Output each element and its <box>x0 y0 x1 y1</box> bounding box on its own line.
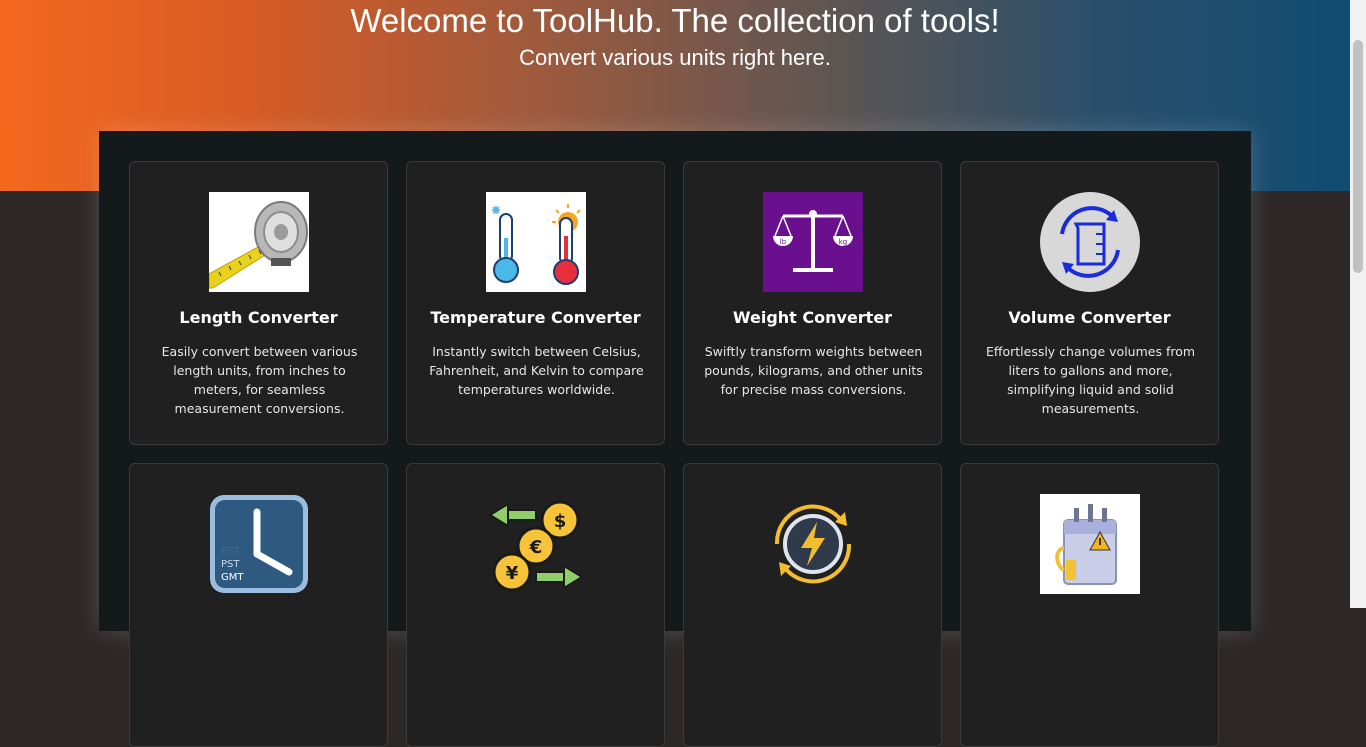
page-subtitle: Convert various units right here. <box>519 45 831 70</box>
clock-label-pst: PST <box>221 559 240 570</box>
scale-icon: lb kg <box>763 192 863 292</box>
tape-measure-icon <box>208 192 309 292</box>
card-title: Length Converter <box>179 308 338 327</box>
thermometer-icon <box>486 192 586 292</box>
currency-exchange-icon: $ € ¥ <box>486 494 586 594</box>
battery-icon <box>1040 494 1140 594</box>
dollar-symbol: $ <box>554 511 567 532</box>
card-length-converter[interactable]: Length Converter Easily convert between … <box>129 161 388 445</box>
card-volume-converter[interactable]: Volume Converter Effortlessly change vol… <box>960 161 1219 445</box>
card-description: Easily convert between various length un… <box>161 344 358 416</box>
card-description: Effortlessly change volumes from liters … <box>985 344 1196 416</box>
tools-panel: Length Converter Easily convert between … <box>99 131 1251 747</box>
clock-label-est: EST <box>221 546 241 557</box>
card-weight-converter[interactable]: lb kg Weight Converter Swiftly transform… <box>683 161 942 445</box>
card-currency-converter[interactable]: $ € ¥ <box>406 463 665 747</box>
scrollbar-thumb[interactable] <box>1353 40 1363 273</box>
card-title: Weight Converter <box>732 308 893 327</box>
page-title: Welcome to ToolHub. The collection of to… <box>350 2 1000 39</box>
scrollbar[interactable] <box>1350 0 1366 608</box>
card-title: Volume Converter <box>1008 308 1171 327</box>
energy-icon <box>763 494 863 594</box>
card-description: Instantly switch between Celsius, Fahren… <box>429 344 644 397</box>
card-energy-converter[interactable] <box>683 463 942 747</box>
card-temperature-converter[interactable]: Temperature Converter Instantly switch b… <box>406 161 665 445</box>
card-description: Swiftly transform weights between pounds… <box>704 344 923 397</box>
euro-symbol: € <box>529 537 543 558</box>
card-time-zone[interactable]: EST PST GMT <box>129 463 388 747</box>
yen-symbol: ¥ <box>506 563 519 584</box>
clock-label-gmt: GMT <box>221 572 244 583</box>
card-title: Temperature Converter <box>430 308 641 327</box>
weight-label-lb: lb <box>780 238 787 246</box>
weight-label-kg: kg <box>839 238 848 246</box>
clock-icon: EST PST GMT <box>209 494 309 594</box>
card-power-converter[interactable] <box>960 463 1219 747</box>
beaker-icon <box>1040 192 1140 292</box>
